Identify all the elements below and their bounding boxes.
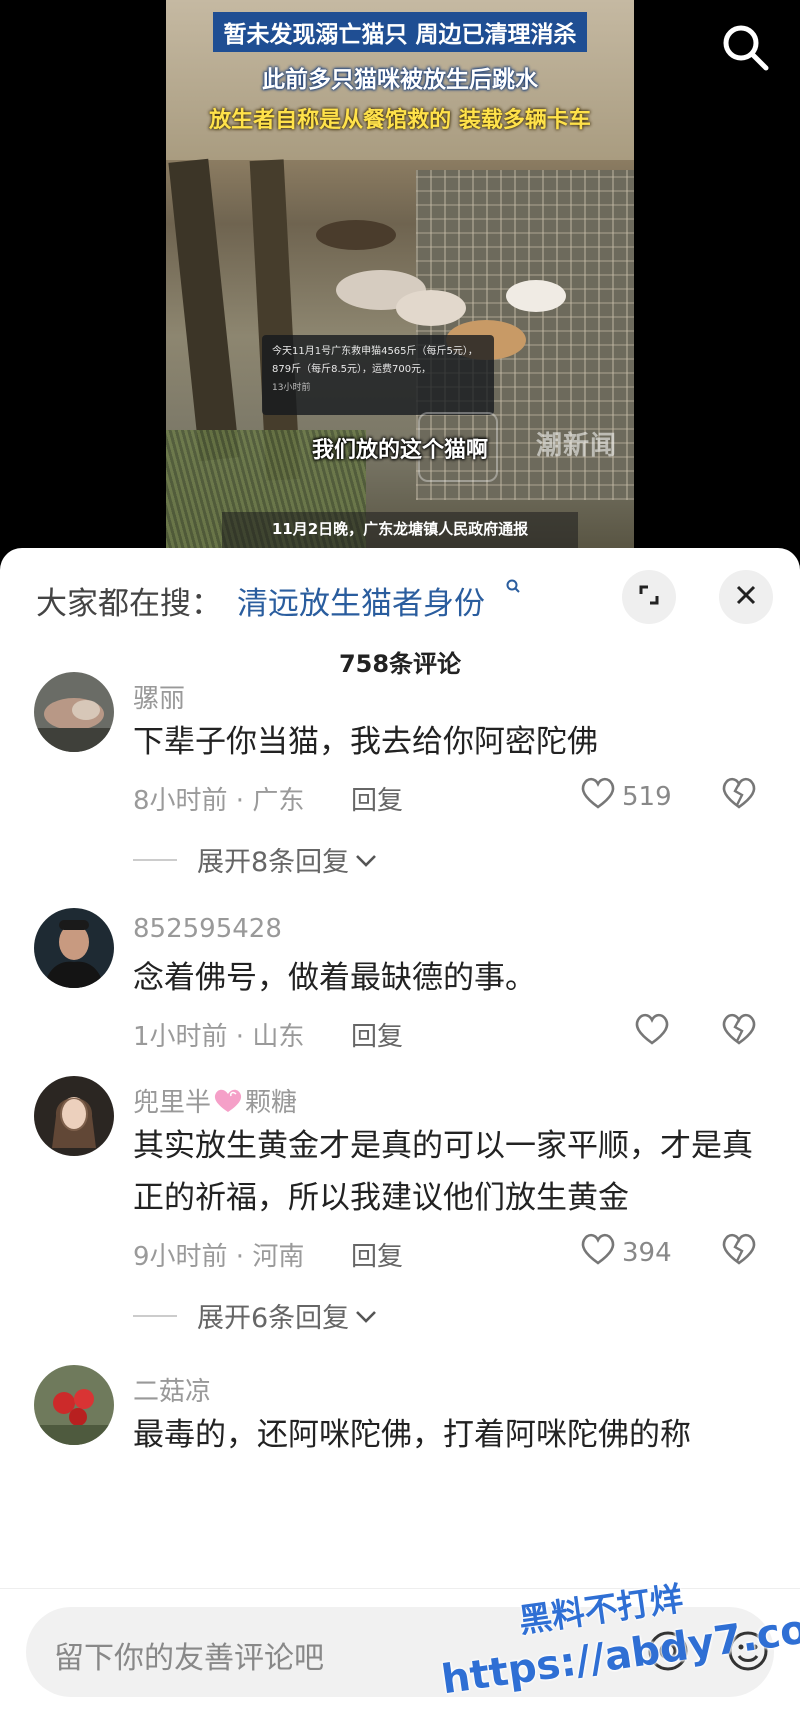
username-part-2: 颗糖 xyxy=(245,1088,298,1118)
comment-text: 下辈子你当猫，我去给你阿密陀佛 xyxy=(133,724,598,760)
like-count: 394 xyxy=(622,1237,672,1268)
comment-item: 852595428 念着佛号，做着最缺德的事。 1小时前 · 山东 回复 xyxy=(0,908,800,1078)
expand-replies-button[interactable]: 展开6条回复 xyxy=(133,1296,377,1335)
dislike-heart-icon xyxy=(720,777,758,814)
video-headline-panel: 暂未发现溺亡猫只 周边已清理消杀 此前多只猫咪被放生后跳水 放生者自称是从餐馆救… xyxy=(166,0,634,160)
dislike-button[interactable] xyxy=(720,1232,758,1270)
dislike-button[interactable] xyxy=(720,776,758,814)
video-frame[interactable]: 暂未发现溺亡猫只 周边已清理消杀 此前多只猫咪被放生后跳水 放生者自称是从餐馆救… xyxy=(166,0,634,560)
hot-search-prefix: 大家都在搜： xyxy=(36,586,222,622)
username-part-1: 兜里半 xyxy=(133,1088,212,1118)
sheet-header: 大家都在搜： 清远放生猫者身份 758条评论 xyxy=(0,548,800,678)
video-subtitle: 我们放的这个猫啊 xyxy=(311,438,488,463)
video-headline-1: 暂未发现溺亡猫只 周边已清理消杀 xyxy=(213,12,587,52)
search-small-icon[interactable] xyxy=(505,578,521,598)
hot-search-term[interactable]: 清远放生猫者身份 xyxy=(237,578,485,623)
like-count: 519 xyxy=(622,781,672,812)
avatar[interactable] xyxy=(34,908,114,988)
avatar[interactable] xyxy=(34,672,114,752)
heart-icon xyxy=(580,776,616,817)
heart-emoji-icon xyxy=(211,1086,245,1121)
close-button[interactable] xyxy=(719,570,773,624)
dislike-heart-icon xyxy=(720,1233,758,1270)
info-line-1: 今天11月1号广东救申猫4565斤（每斤5元）， xyxy=(272,346,478,357)
comment-meta: 9小时前 · 河南 xyxy=(133,1242,305,1272)
chevron-down-icon xyxy=(355,1300,377,1331)
reply-button[interactable]: 回复 xyxy=(351,1236,403,1273)
reply-button[interactable]: 回复 xyxy=(351,780,403,817)
info-line-2: 879斤（每斤8.5元），运费700元， xyxy=(272,364,432,375)
like-button[interactable]: 394 xyxy=(580,1232,672,1273)
video-headline-3: 放生者自称是从餐馆救的 装载多辆卡车 xyxy=(209,108,591,133)
comment-username[interactable]: 兜里半 颗糖 xyxy=(133,1082,297,1121)
comment-meta: 8小时前 · 广东 xyxy=(133,786,305,816)
dislike-heart-icon xyxy=(720,1013,758,1050)
comment-sheet: 大家都在搜： 清远放生猫者身份 758条评论 骡丽 下辈子你当猫，我去给你阿密陀… xyxy=(0,548,800,1713)
expand-replies-label: 展开8条回复 xyxy=(197,847,350,878)
video-headline-2: 此前多只猫咪被放生后跳水 xyxy=(262,67,538,93)
expand-icon xyxy=(637,583,661,611)
avatar[interactable] xyxy=(34,1365,114,1445)
like-button[interactable]: 519 xyxy=(580,776,672,817)
comment-username[interactable]: 852595428 xyxy=(133,914,282,944)
comment-meta: 1小时前 · 山东 xyxy=(133,1022,305,1052)
expand-replies-button[interactable]: 展开8条回复 xyxy=(133,840,377,879)
comment-text: 念着佛号，做着最缺德的事。 xyxy=(133,960,536,996)
avatar[interactable] xyxy=(34,1076,114,1156)
comment-item: 二菇凉 最毒的，还阿咪陀佛，打着阿咪陀佛的称 xyxy=(0,1365,800,1485)
comment-text: 其实放生黄金才是真的可以一家平顺，才是真正的祈福，所以我建议他们放生黄金 xyxy=(133,1128,753,1216)
dislike-button[interactable] xyxy=(720,1012,758,1050)
expand-button[interactable] xyxy=(622,570,676,624)
heart-icon xyxy=(580,1232,616,1273)
video-info-overlay: 今天11月1号广东救申猫4565斤（每斤5元）， 879斤（每斤8.5元），运费… xyxy=(262,335,494,415)
search-icon[interactable] xyxy=(720,22,770,72)
like-button[interactable] xyxy=(634,1012,670,1053)
comment-item: 兜里半 颗糖 其实放生黄金才是真的可以一家平顺，才是真正的祈福，所以我建议他们放… xyxy=(0,1076,800,1406)
comment-username[interactable]: 二菇凉 xyxy=(133,1371,211,1408)
site-watermark: 黑料不打烊 https://abdy7.com xyxy=(439,1579,800,1713)
info-time: 13小时前 xyxy=(272,383,311,393)
comment-text: 最毒的，还阿咪陀佛，打着阿咪陀佛的称 xyxy=(133,1417,691,1453)
close-icon xyxy=(735,584,757,610)
reply-button[interactable]: 回复 xyxy=(351,1016,403,1053)
comment-username[interactable]: 骡丽 xyxy=(133,678,185,715)
chevron-down-icon xyxy=(355,844,377,875)
video-player[interactable]: 暂未发现溺亡猫只 周边已清理消杀 此前多只猫咪被放生后跳水 放生者自称是从餐馆救… xyxy=(0,0,800,560)
heart-icon xyxy=(634,1012,670,1053)
expand-replies-label: 展开6条回复 xyxy=(197,1303,350,1334)
comment-input-placeholder: 留下你的友善评论吧 xyxy=(54,1641,324,1676)
